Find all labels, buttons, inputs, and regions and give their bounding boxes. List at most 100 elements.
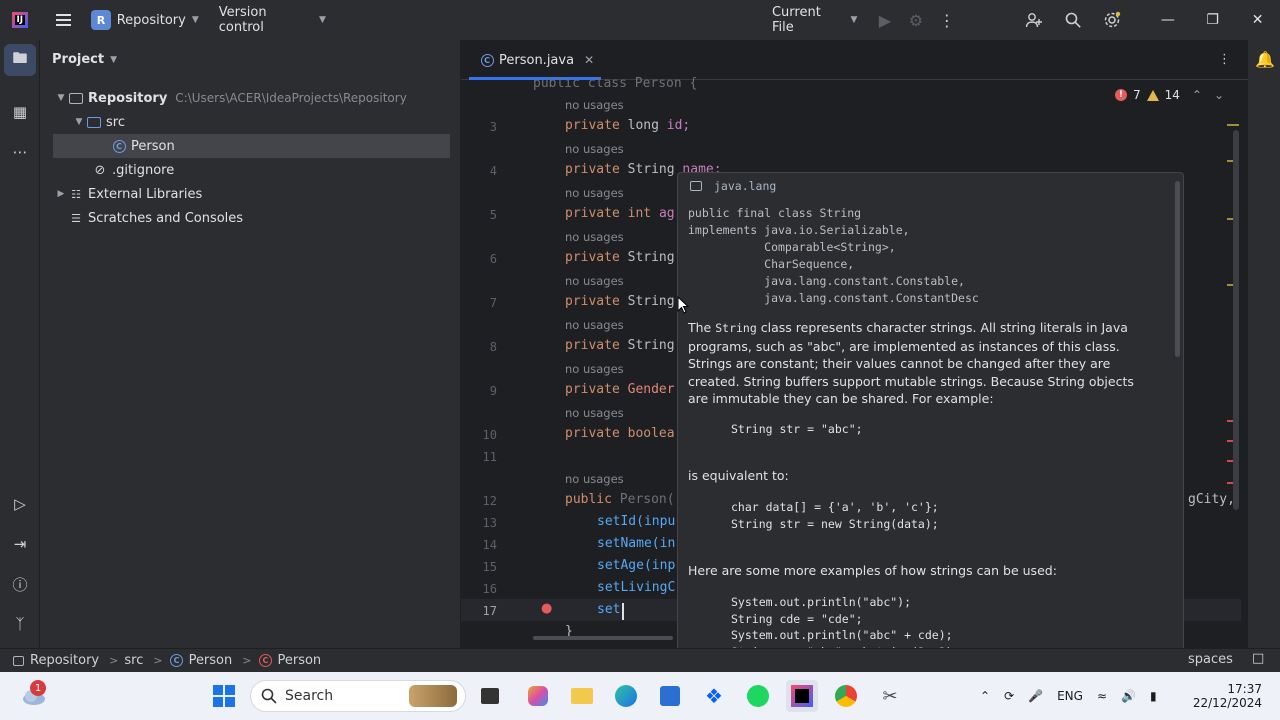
microphone-icon[interactable]: 🎤 — [1028, 689, 1043, 703]
language-indicator[interactable]: ENG — [1057, 689, 1083, 703]
line-number: 9 — [489, 384, 497, 398]
breadcrumb-item[interactable]: Repository — [30, 653, 99, 668]
copilot-icon[interactable] — [522, 680, 554, 712]
usage-hint: no usages — [565, 406, 624, 420]
tree-item-label: Repository — [88, 90, 168, 106]
error-bulb-icon[interactable]: ● — [541, 601, 552, 616]
tree-item-src[interactable]: ▼ src — [72, 110, 125, 134]
breadcrumb-item[interactable]: Person — [277, 653, 321, 668]
chevron-up-icon[interactable]: ⌃ — [1192, 88, 1202, 102]
chevron-down-icon[interactable]: ⌄ — [1214, 88, 1224, 102]
structure-icon[interactable]: ▦ — [0, 92, 40, 132]
tree-item-external-libraries[interactable]: ▶ ☷ External Libraries — [54, 182, 203, 206]
chevron-down-icon[interactable]: ▼ — [54, 93, 68, 103]
right-tool-strip: 🔔 — [1248, 40, 1280, 648]
sync-icon[interactable]: ⟳ — [1004, 689, 1014, 703]
wifi-icon[interactable]: ≈ — [1097, 689, 1107, 703]
snipping-tool-icon[interactable]: ✂ — [874, 680, 906, 712]
search-highlight-image — [409, 685, 457, 707]
restore-icon[interactable]: ❐ — [1190, 0, 1235, 40]
vertical-scrollbar[interactable] — [1233, 130, 1239, 510]
battery-icon[interactable]: ▮ — [1150, 689, 1157, 703]
breadcrumb: Repository > src > C Person > C Person — [10, 653, 321, 669]
dropbox-icon[interactable]: ❖ — [698, 680, 730, 712]
package-icon — [688, 178, 704, 194]
terminal-icon[interactable]: ⇥ — [0, 524, 40, 564]
more-horiz-icon[interactable]: ⋯ — [0, 132, 40, 172]
line-number: 17 — [482, 604, 497, 618]
quick-documentation-popup[interactable]: java.lang public final class String impl… — [677, 172, 1184, 670]
tab-person-java[interactable]: C Person.java ✕ — [469, 40, 604, 80]
lock-icon[interactable]: □ — [1252, 651, 1264, 666]
tree-item-scratches[interactable]: ☰ Scratches and Consoles — [68, 206, 243, 230]
close-tab-icon[interactable]: ✕ — [584, 53, 594, 67]
volume-icon[interactable]: 🔊 — [1121, 689, 1136, 703]
class-icon: C — [169, 653, 185, 669]
usage-hint: no usages — [565, 472, 624, 486]
folder-icon[interactable]: 🖿 — [4, 44, 36, 76]
taskbar-search-label: Search — [285, 688, 334, 704]
line-number: 8 — [489, 340, 497, 354]
breadcrumb-item[interactable]: src — [124, 653, 143, 668]
tree-item-label: External Libraries — [88, 186, 203, 202]
chevron-down-icon: ▼ — [110, 54, 117, 65]
tree-item-label: Person — [131, 138, 175, 154]
store-icon[interactable] — [654, 680, 686, 712]
clock-date: 22/12/2024 — [1192, 696, 1262, 710]
git-branch-icon[interactable]: ᛉ — [0, 604, 40, 644]
chevron-up-icon[interactable]: ⌃ — [980, 689, 990, 703]
project-switcher[interactable]: Repository ▼ — [117, 0, 199, 40]
code-line: private boolea — [565, 426, 675, 441]
line-number: 16 — [482, 582, 497, 596]
vcs-label: Version control — [218, 5, 267, 35]
breadcrumb-item[interactable]: Person — [189, 653, 233, 668]
line-number: 10 — [482, 428, 497, 442]
tree-item-repository[interactable]: ▼ Repository C:\Users\ACER\IdeaProjects\… — [54, 86, 407, 110]
indent-setting[interactable]: spaces — [1188, 652, 1233, 667]
clock[interactable]: 17:37 22/12/2024 — [1193, 672, 1262, 720]
doc-package: java.lang — [688, 178, 776, 194]
project-badge[interactable]: R — [91, 10, 111, 30]
search-icon[interactable] — [1053, 0, 1092, 40]
more-vert-icon[interactable]: ⋮ — [1218, 52, 1231, 67]
chevron-right-icon[interactable]: ▶ — [54, 189, 68, 199]
tab-label: Person.java — [499, 52, 575, 68]
task-view-icon[interactable] — [474, 680, 506, 712]
tree-item-gitignore[interactable]: ⊘ .gitignore — [92, 158, 175, 182]
inspection-widget[interactable]: ! 7 14 ⌃ ⌄ — [1114, 88, 1224, 102]
tree-item-person[interactable]: C Person — [53, 134, 450, 158]
spotify-icon[interactable] — [742, 680, 774, 712]
more-vert-icon[interactable]: ⋮ — [927, 0, 966, 40]
editor-tab-bar: C Person.java ✕ ⋮ — [461, 40, 1249, 80]
horizontal-scrollbar[interactable] — [533, 636, 673, 640]
intellij-taskbar-icon[interactable] — [786, 680, 818, 712]
settings-icon[interactable] — [1092, 0, 1131, 40]
edge-icon[interactable] — [610, 680, 642, 712]
minimize-icon[interactable]: — — [1145, 0, 1190, 40]
weather-badge: 1 — [30, 680, 46, 696]
vcs-menu[interactable]: Version control ▼ — [219, 0, 326, 40]
system-tray: ⌃ ⟳ 🎤 ENG ≈ 🔊 ▮ — [980, 672, 1157, 720]
chevron-down-icon[interactable]: ▼ — [72, 117, 86, 127]
line-number: 7 — [489, 296, 497, 310]
hamburger-icon[interactable] — [55, 14, 72, 26]
taskbar-search[interactable]: Search — [250, 680, 466, 712]
services-icon[interactable]: ▷ — [0, 484, 40, 524]
run-config-selector[interactable]: Current File ▼ — [772, 0, 857, 40]
usage-hint: no usages — [565, 186, 624, 200]
problems-icon[interactable]: ⓘ — [0, 564, 40, 604]
project-panel-title[interactable]: Project ▼ — [52, 52, 117, 67]
error-icon: ! — [1114, 89, 1127, 101]
doc-scrollbar[interactable] — [1175, 181, 1180, 357]
file-explorer-icon[interactable] — [566, 680, 598, 712]
weather-icon[interactable]: 1 — [16, 680, 52, 712]
add-user-icon[interactable] — [1014, 0, 1053, 40]
close-icon[interactable]: ✕ — [1235, 0, 1280, 40]
code-line-current: set — [597, 602, 621, 617]
notifications-icon[interactable]: 🔔 — [1255, 50, 1275, 69]
chrome-icon[interactable] — [830, 680, 862, 712]
line-number: 6 — [489, 252, 497, 266]
windows-start-icon[interactable] — [208, 680, 240, 712]
library-icon: ☷ — [71, 187, 81, 201]
warning-stripe[interactable] — [1227, 124, 1239, 126]
